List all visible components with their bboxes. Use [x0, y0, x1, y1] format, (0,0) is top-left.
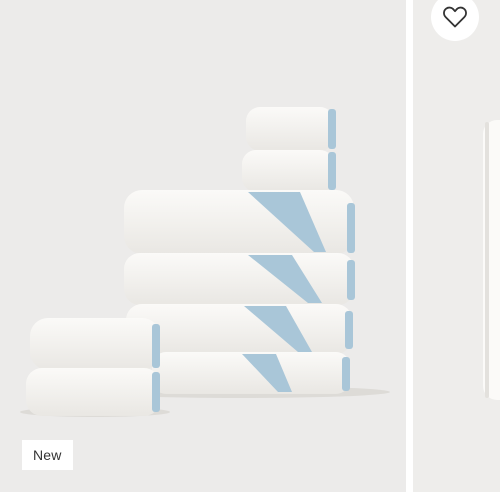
bath-towel-3 — [126, 304, 353, 354]
product-image[interactable] — [0, 0, 406, 492]
bath-towel-1 — [124, 190, 355, 254]
product-card[interactable]: New — [0, 0, 406, 492]
washcloth-top — [246, 107, 336, 151]
bath-towel-2 — [124, 253, 355, 305]
hand-towel-bottom — [26, 368, 160, 416]
next-product-card[interactable] — [413, 0, 500, 492]
new-badge: New — [22, 440, 73, 470]
next-product-image[interactable] — [413, 0, 500, 492]
bath-towel-4 — [152, 352, 350, 394]
heart-outline-icon — [443, 6, 467, 28]
hand-towel-top — [30, 318, 160, 370]
washcloth-second — [242, 150, 336, 192]
